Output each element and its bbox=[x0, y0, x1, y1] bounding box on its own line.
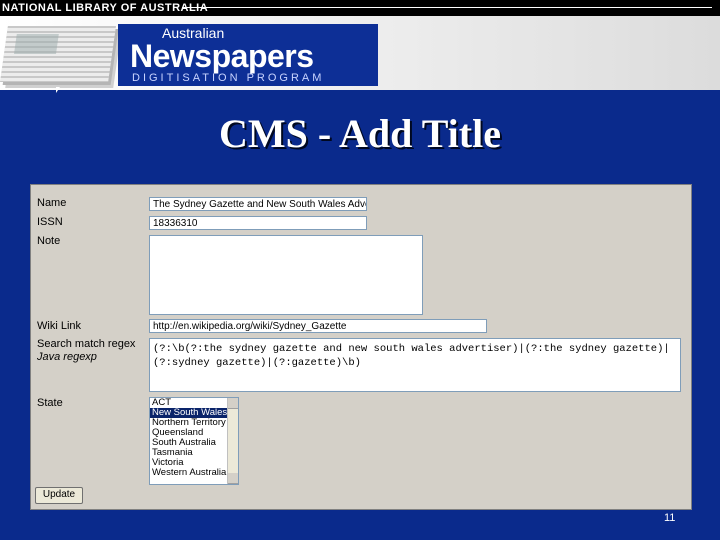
note-label: Note bbox=[37, 235, 61, 247]
mouse-cursor-icon bbox=[56, 87, 60, 93]
header-banner: Australian Newspapers DIGITISATION PROGR… bbox=[0, 16, 720, 90]
state-options: ACT New South Wales Northern Territory Quee… bbox=[150, 398, 238, 478]
regex-textarea[interactable]: (?:\b(?:the sydney gazette and new south… bbox=[149, 338, 681, 392]
add-title-form: Name The Sydney Gazette and New South Wa… bbox=[30, 184, 692, 510]
slide-title: CMS - Add Title bbox=[219, 111, 501, 156]
state-label: State bbox=[37, 397, 63, 409]
state-listbox[interactable]: ACT New South Wales Northern Territory Quee… bbox=[149, 397, 239, 485]
page-number: 11 bbox=[664, 512, 676, 524]
state-option[interactable]: Western Australia bbox=[150, 468, 238, 478]
issn-label: ISSN bbox=[37, 216, 63, 228]
org-name: NATIONAL LIBRARY OF AUSTRALIA bbox=[2, 2, 209, 14]
note-textarea[interactable] bbox=[149, 235, 423, 315]
issn-input[interactable]: 18336310 bbox=[149, 216, 367, 230]
top-bar: NATIONAL LIBRARY OF AUSTRALIA bbox=[0, 0, 720, 16]
name-input[interactable]: The Sydney Gazette and New South Wales A… bbox=[149, 197, 367, 211]
wiki-link-label: Wiki Link bbox=[37, 320, 82, 332]
top-bar-rule bbox=[182, 7, 712, 8]
scroll-up-icon[interactable] bbox=[228, 398, 238, 409]
brand-logo: Australian Newspapers DIGITISATION PROGR… bbox=[118, 24, 378, 86]
newspaper-stack-icon bbox=[0, 26, 116, 82]
scroll-down-icon[interactable] bbox=[228, 473, 238, 484]
update-button[interactable]: Update bbox=[35, 487, 83, 504]
brand-big-text: Newspapers bbox=[130, 38, 314, 74]
wiki-link-input[interactable]: http://en.wikipedia.org/wiki/Sydney_Gaze… bbox=[149, 319, 487, 333]
regex-label: Search match regex bbox=[37, 338, 136, 350]
brand-sub-text: DIGITISATION PROGRAM bbox=[132, 72, 325, 84]
state-scrollbar[interactable] bbox=[227, 398, 238, 484]
regex-sublabel: Java regexp bbox=[37, 351, 97, 363]
name-label: Name bbox=[37, 197, 67, 209]
